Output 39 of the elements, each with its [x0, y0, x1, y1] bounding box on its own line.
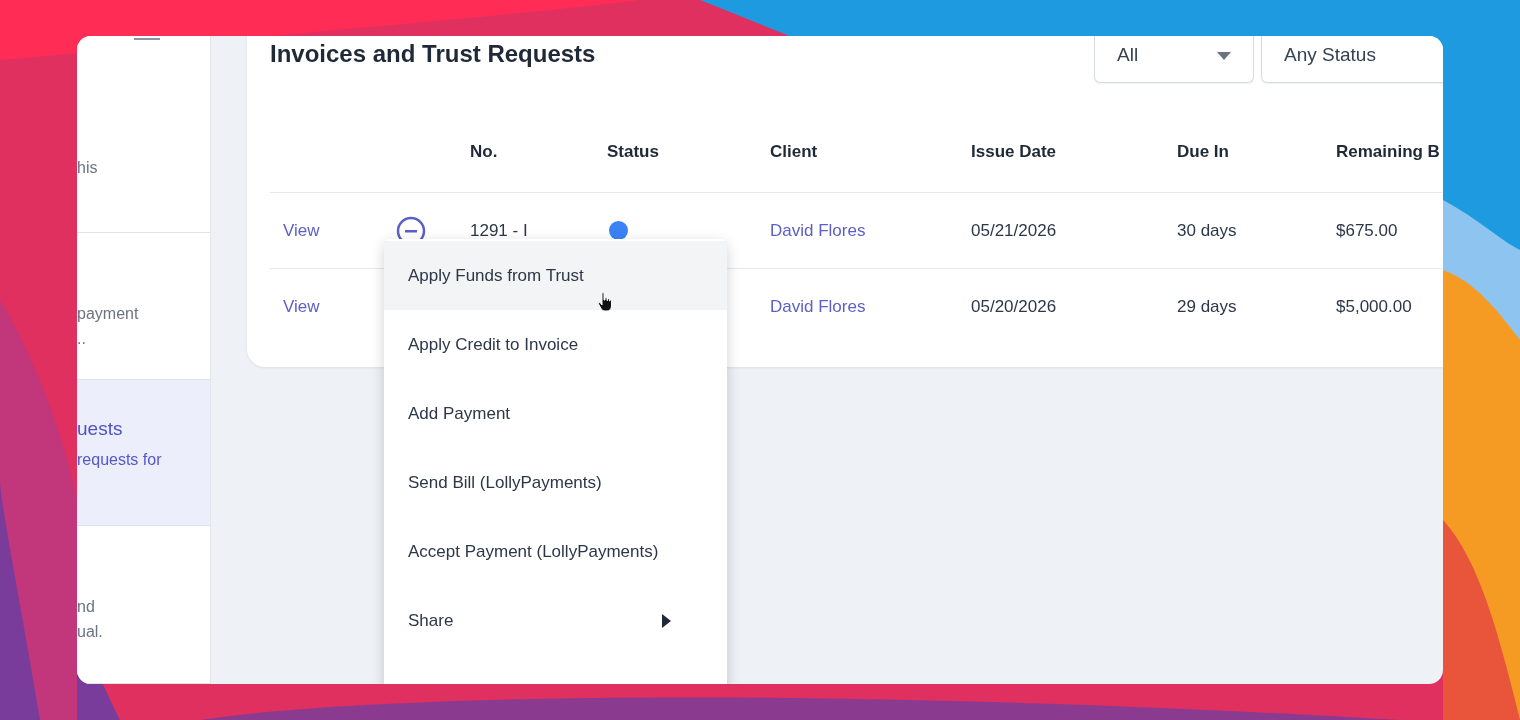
nav-description: ..: [77, 329, 87, 350]
table-cell: 1291 - I: [470, 220, 528, 241]
hand-cursor-icon: [598, 292, 612, 312]
sidebar-item[interactable]: payment ..: [77, 233, 210, 380]
menu-item[interactable]: Apply Funds from Trust: [384, 241, 727, 310]
menu-item[interactable]: Share: [384, 586, 727, 655]
menu-item[interactable]: Send Bill (LollyPayments): [384, 448, 727, 517]
table-cell: 05/21/2026: [971, 220, 1057, 241]
filter-dropdown[interactable]: Any Status: [1261, 36, 1443, 83]
menu-item[interactable]: Apply Credit to Invoice: [384, 310, 727, 379]
page-title: Invoices and Trust Requests: [270, 39, 596, 69]
table-cell: $675.00: [1336, 220, 1398, 241]
client-link[interactable]: David Flores: [770, 296, 866, 317]
sidebar-item[interactable]: his: [77, 36, 210, 234]
nav-description: requests for: [77, 449, 163, 470]
filter-dropdown[interactable]: All: [1094, 36, 1254, 83]
nav-title: uests: [77, 416, 124, 441]
sidebar-item[interactable]: nd ual.: [77, 525, 210, 684]
column-header: Remaining B: [1336, 142, 1440, 162]
table-cell: 30 days: [1177, 220, 1237, 241]
menu-item[interactable]: Add Payment: [384, 379, 727, 448]
nav-description: nd: [77, 596, 96, 617]
caret-icon: [1217, 52, 1231, 60]
column-header: Status: [607, 142, 659, 162]
column-header: Due In: [1177, 142, 1229, 162]
column-header: Client: [770, 142, 818, 162]
nav-description: his: [77, 158, 99, 178]
table-cell: 29 days: [1177, 296, 1237, 317]
column-header: Issue Date: [971, 142, 1057, 162]
menu-item[interactable]: Accept Payment (LollyPayments): [384, 517, 727, 586]
client-link[interactable]: David Flores: [770, 220, 866, 241]
table-cell: $5,000.00: [1336, 296, 1412, 317]
sidebar-item[interactable]: uests requests for: [77, 379, 210, 526]
nav-description: ual.: [77, 621, 104, 642]
table-cell: 05/20/2026: [971, 296, 1057, 317]
nav-description: payment: [77, 304, 140, 325]
view-link[interactable]: View: [283, 220, 320, 241]
column-header: No.: [470, 142, 498, 162]
view-link[interactable]: View: [283, 296, 320, 317]
